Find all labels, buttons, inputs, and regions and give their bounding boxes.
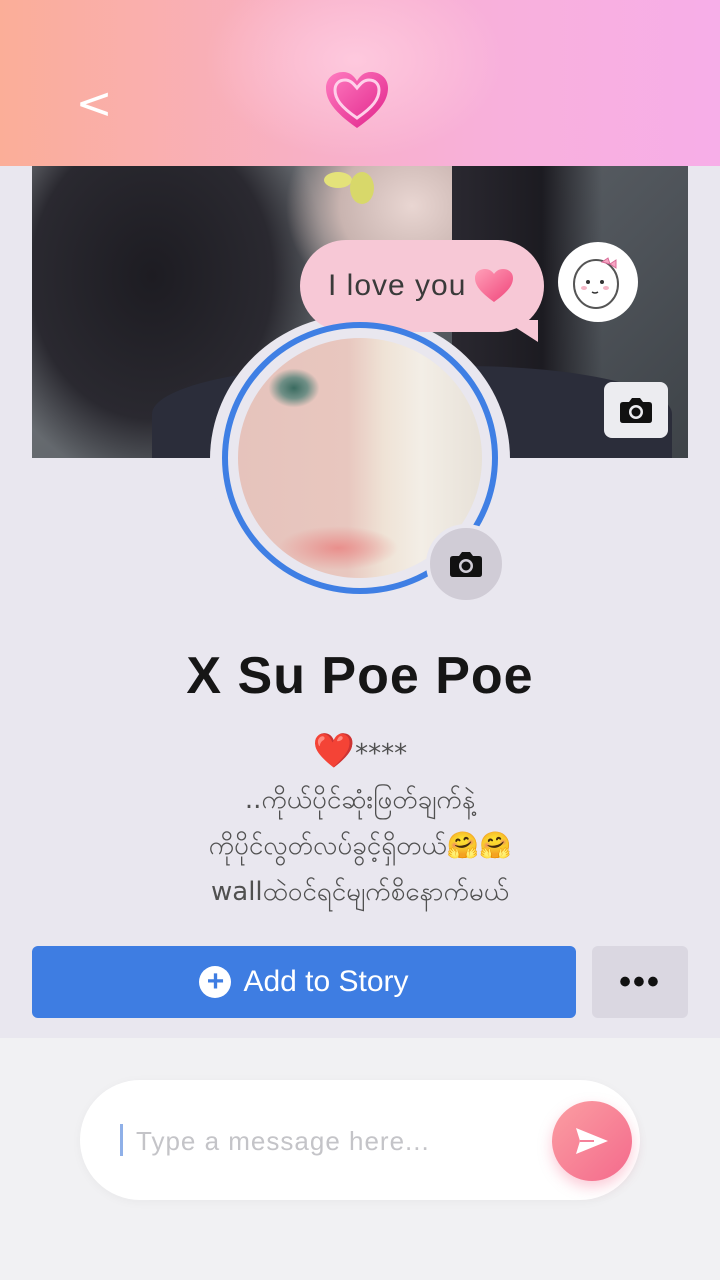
heart-icon: ❤️ [312, 731, 356, 771]
back-button[interactable]: < [70, 78, 118, 130]
heart-icon [326, 72, 388, 128]
add-to-story-button[interactable]: + Add to Story [32, 946, 576, 1018]
add-story-label: Add to Story [243, 965, 409, 998]
bubble-text: I love you [328, 269, 467, 302]
bio-line: ကိုပိုင်လွတ်လပ်ခွင့်ရှိတယ်🤗🤗 [208, 831, 512, 861]
bio-line: ..ကိုယ်ပိုင်ဆုံးဖြတ်ချက်နဲ့ [244, 785, 476, 815]
plus-circle-icon: + [199, 966, 232, 998]
sticker-character-icon [558, 242, 638, 322]
top-header: < [0, 0, 720, 166]
message-input[interactable] [134, 1116, 538, 1166]
more-options-button[interactable]: ••• [592, 946, 688, 1018]
camera-icon [620, 398, 652, 423]
camera-icon [450, 552, 482, 577]
send-icon [576, 1128, 608, 1154]
profile-bio: ❤️**** ..ကိုယ်ပိုင်ဆုံးဖြတ်ချက်နဲ့ ကိုပိ… [0, 728, 720, 915]
avatar-camera-button[interactable] [426, 524, 506, 604]
bio-line: wallထဲဝင်ရင်မျက်စိနောက်မယ် [211, 877, 509, 907]
chevron-left-icon: < [75, 78, 113, 129]
send-button[interactable] [552, 1101, 632, 1181]
profile-name: X Su Poe Poe [186, 647, 534, 705]
cover-camera-button[interactable] [604, 382, 668, 438]
heart-icon [475, 269, 514, 302]
text-cursor [120, 1124, 123, 1156]
more-dots-icon: ••• [619, 963, 661, 1001]
bio-line: ❤️**** [312, 731, 408, 771]
flower-decoration [324, 172, 374, 204]
speech-bubble: I love you [300, 240, 544, 342]
